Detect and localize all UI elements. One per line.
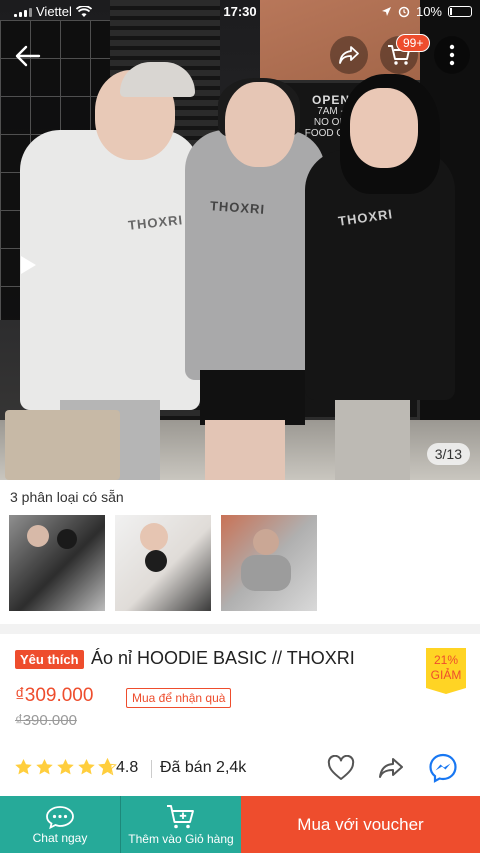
chat-button[interactable]: Chat ngay (0, 796, 120, 853)
discount-label: GIẢM (430, 668, 462, 682)
more-vertical-icon (449, 44, 455, 66)
discount-badge: 21% GIẢM (426, 648, 466, 694)
product-image-carousel[interactable]: OPEN DAI 7AM - 10PM NO OUTSIDE FOOD OR D… (0, 0, 480, 480)
chat-label: Chat ngay (32, 830, 88, 845)
model-face (350, 88, 418, 168)
star-icon (15, 758, 32, 775)
location-icon (381, 7, 391, 16)
status-bar: Viettel 17:30 10% (0, 0, 480, 24)
status-right: 10% (381, 4, 472, 19)
play-icon[interactable] (18, 255, 38, 275)
bottom-action-bar: Chat ngay Thêm vào Giỏ hàng Mua với vouc… (0, 796, 480, 853)
back-button[interactable] (10, 38, 46, 74)
divider (151, 760, 152, 778)
model-pants (335, 395, 410, 480)
back-arrow-icon (15, 45, 41, 67)
product-title: Áo nỉ HOODIE BASIC // THOXRI (91, 648, 355, 668)
discount-percent: 21% (433, 653, 459, 667)
sold-count: Đã bán 2,4k (160, 759, 247, 776)
variant-thumbnail[interactable] (9, 515, 105, 611)
model-bag (5, 410, 120, 480)
model-legs (205, 420, 285, 480)
model-face (225, 82, 295, 167)
section-divider (0, 624, 480, 634)
rating-value: 4.8 (116, 759, 139, 776)
model-skirt (200, 370, 305, 425)
share-button[interactable] (330, 36, 368, 74)
rating-stars (14, 758, 117, 776)
cart-count-badge: 99+ (396, 34, 431, 52)
model-grey-hoodie (185, 130, 325, 380)
add-to-cart-button[interactable]: Thêm vào Giỏ hàng (120, 796, 241, 853)
original-price: ₫390.000 (15, 712, 77, 729)
add-to-cart-icon (167, 804, 194, 828)
model-white-hoodie (20, 130, 200, 410)
promo-tag[interactable]: Mua để nhận quà (126, 688, 232, 708)
variants-title: 3 phân loại có sẵn (10, 489, 124, 505)
messenger-icon[interactable] (428, 753, 458, 783)
star-icon (98, 758, 117, 776)
star-icon (78, 758, 95, 775)
star-icon (57, 758, 74, 775)
image-counter: 3/13 (426, 443, 470, 465)
more-options-button[interactable] (434, 36, 470, 74)
favorite-badge: Yêu thích (15, 650, 84, 669)
star-icon (36, 758, 53, 775)
buy-label: Mua với voucher (297, 814, 424, 834)
share-arrow-icon[interactable] (377, 755, 405, 781)
alarm-icon (398, 6, 410, 17)
chat-icon (46, 805, 74, 829)
product-price: ₫309.000 (15, 685, 94, 706)
add-to-cart-label: Thêm vào Giỏ hàng (128, 831, 234, 846)
battery-percent: 10% (415, 4, 442, 19)
buy-with-voucher-button[interactable]: Mua với voucher (241, 796, 480, 853)
variant-thumbnail[interactable] (221, 515, 317, 611)
battery-icon (448, 6, 472, 17)
heart-icon[interactable] (327, 755, 355, 781)
variant-thumbnail[interactable] (115, 515, 211, 611)
share-icon (339, 46, 359, 64)
